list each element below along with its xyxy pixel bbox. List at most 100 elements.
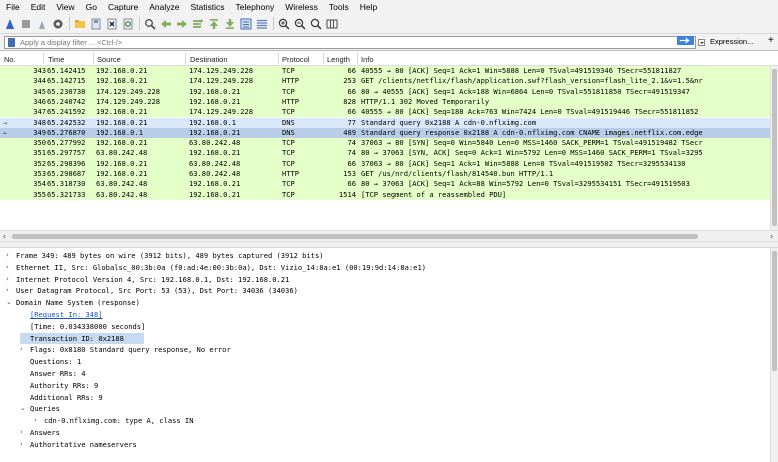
menu-view[interactable]: View: [56, 2, 74, 12]
scroll-right-arrow-icon[interactable]: ›: [770, 231, 773, 242]
packet-destination: 63.80.242.48: [189, 169, 241, 178]
packet-row[interactable]: 344 65.142715 192.168.0.21 174.129.249.228 H…: [0, 76, 770, 87]
packet-details-scrollbar[interactable]: [770, 248, 778, 462]
go-first-icon[interactable]: [208, 18, 220, 30]
request-in-link[interactable]: [Request In: 348]: [30, 309, 103, 321]
packet-row-selected[interactable]: ← 349 65.276870 192.168.0.1 192.168.0.21 DNS 4…: [0, 127, 770, 139]
column-divider[interactable]: [43, 53, 44, 64]
packet-row[interactable]: 352 65.298396 192.168.0.21 63.80.242.48 TCP 6…: [0, 158, 770, 169]
filter-history-dropdown[interactable]: [698, 39, 705, 46]
expanded-chevron-icon[interactable]: ⌄: [6, 297, 14, 309]
close-file-icon[interactable]: [106, 18, 118, 30]
packet-row[interactable]: 354 65.318730 63.80.242.48 192.168.0.21 TCP 6…: [0, 179, 770, 190]
packet-row[interactable]: 353 65.298687 192.168.0.21 63.80.242.48 HTTP…: [0, 169, 770, 180]
packet-row[interactable]: 346 65.240742 174.129.249.228 192.168.0.21 H…: [0, 96, 770, 108]
menu-statistics[interactable]: Statistics: [190, 2, 224, 12]
packet-source: 174.129.249.228: [96, 96, 161, 106]
menu-edit[interactable]: Edit: [31, 2, 46, 12]
menu-help[interactable]: Help: [360, 2, 377, 12]
packet-row[interactable]: 343 65.142415 192.168.0.21 174.129.249.228 T…: [0, 66, 770, 77]
column-divider[interactable]: [185, 53, 186, 64]
packet-list-scrollbar[interactable]: [770, 66, 778, 230]
detail-tree-label: Answers: [30, 428, 60, 437]
packet-number: 352: [33, 158, 46, 168]
autoscroll-icon[interactable]: [240, 18, 252, 30]
detail-tree-label: cdn-0.nflximg.com: type A, class IN: [44, 416, 194, 426]
packet-source: 174.129.249.228: [96, 86, 161, 96]
go-forward-icon[interactable]: [176, 18, 188, 30]
main-toolbar: [0, 14, 778, 34]
find-packet-icon[interactable]: [144, 18, 156, 30]
go-to-packet-icon[interactable]: [192, 18, 204, 30]
detail-tree-item[interactable]: Transaction ID: 0x2188: [20, 332, 144, 345]
capture-options-gear-icon[interactable]: [52, 18, 64, 30]
packet-length: 66: [347, 179, 356, 189]
packet-number: 353: [33, 169, 46, 178]
open-file-folder-icon[interactable]: [74, 18, 86, 30]
collapsed-chevron-icon[interactable]: ›: [34, 415, 42, 427]
menu-file[interactable]: File: [6, 2, 20, 12]
packet-row[interactable]: 350 65.277992 192.168.0.21 63.80.242.48 TCP 7…: [0, 138, 770, 149]
resize-columns-icon[interactable]: [326, 18, 338, 30]
expanded-chevron-icon[interactable]: ⌄: [20, 403, 28, 415]
column-divider[interactable]: [278, 53, 279, 64]
collapsed-chevron-icon[interactable]: ›: [6, 285, 14, 297]
packet-related-marker-icon: →: [3, 117, 8, 127]
collapsed-chevron-icon[interactable]: ›: [20, 439, 28, 451]
packet-time: 65.240742: [47, 96, 86, 106]
packet-length: 489: [343, 127, 356, 137]
column-header-protocol[interactable]: Protocol: [282, 55, 310, 64]
display-filter-input[interactable]: [20, 37, 695, 48]
packet-time: 65.321733: [47, 189, 86, 199]
menu-analyze[interactable]: Analyze: [149, 2, 179, 12]
collapsed-chevron-icon[interactable]: ›: [6, 250, 14, 262]
add-filter-button[interactable]: +: [768, 35, 774, 46]
packet-row[interactable]: 351 65.297757 63.80.242.48 192.168.0.21 TCP 7…: [0, 148, 770, 159]
apply-filter-arrow-icon[interactable]: [677, 36, 694, 45]
collapsed-chevron-icon[interactable]: ›: [20, 344, 28, 356]
collapsed-chevron-icon[interactable]: ›: [6, 274, 14, 286]
go-back-icon[interactable]: [160, 18, 172, 30]
reload-icon[interactable]: [122, 18, 134, 30]
filter-bookmark-icon[interactable]: [8, 38, 15, 47]
column-header-time[interactable]: Time: [48, 55, 64, 64]
detail-tree-label: Additional RRs: 9: [30, 392, 103, 402]
packet-time: 65.142715: [47, 76, 86, 86]
collapsed-chevron-icon[interactable]: ›: [6, 262, 14, 274]
column-header-destination[interactable]: Destination: [190, 55, 228, 64]
packet-row[interactable]: → 348 65.242532 192.168.0.21 192.168.0.1 DNS 7…: [0, 117, 770, 128]
packet-row[interactable]: 345 65.230738 174.129.249.228 192.168.0.21 T…: [0, 86, 770, 97]
column-divider[interactable]: [357, 53, 358, 64]
column-header-source[interactable]: Source: [97, 55, 121, 64]
collapsed-chevron-icon[interactable]: ›: [20, 427, 28, 439]
restart-capture-icon[interactable]: [36, 18, 48, 30]
packet-row[interactable]: 355 65.321733 63.80.242.48 192.168.0.21 TCP 1…: [0, 189, 770, 200]
packet-list-horizontal-scrollbar[interactable]: ‹ ›: [0, 230, 778, 242]
menu-wireless[interactable]: Wireless: [285, 2, 318, 12]
colorize-icon[interactable]: [256, 18, 268, 30]
column-divider[interactable]: [93, 53, 94, 64]
horizontal-scroll-thumb[interactable]: [12, 234, 698, 239]
column-divider[interactable]: [323, 53, 324, 64]
zoom-normal-icon[interactable]: [310, 18, 322, 30]
zoom-out-icon[interactable]: [294, 18, 306, 30]
column-header-info[interactable]: Info: [361, 55, 374, 64]
menu-capture[interactable]: Capture: [108, 2, 138, 12]
packet-protocol: TCP: [282, 158, 295, 168]
column-header-no[interactable]: No.: [4, 55, 16, 64]
stop-square-icon[interactable]: [20, 18, 32, 30]
packet-destination: 174.129.249.228: [189, 66, 254, 75]
zoom-in-icon[interactable]: [278, 18, 290, 30]
packet-protocol: HTTP: [282, 96, 300, 106]
scroll-left-arrow-icon[interactable]: ‹: [3, 231, 6, 242]
packet-length: 77: [347, 117, 356, 127]
menu-telephony[interactable]: Telephony: [236, 2, 275, 12]
expression-button[interactable]: Expression...: [710, 37, 753, 46]
shark-fin-start-icon[interactable]: [4, 18, 16, 30]
menu-go[interactable]: Go: [86, 2, 97, 12]
save-file-icon[interactable]: [90, 18, 102, 30]
go-last-icon[interactable]: [224, 18, 236, 30]
packet-row[interactable]: 347 65.241592 192.168.0.21 174.129.249.228 T…: [0, 107, 770, 118]
column-header-length[interactable]: Length: [327, 55, 350, 64]
menu-tools[interactable]: Tools: [329, 2, 349, 12]
